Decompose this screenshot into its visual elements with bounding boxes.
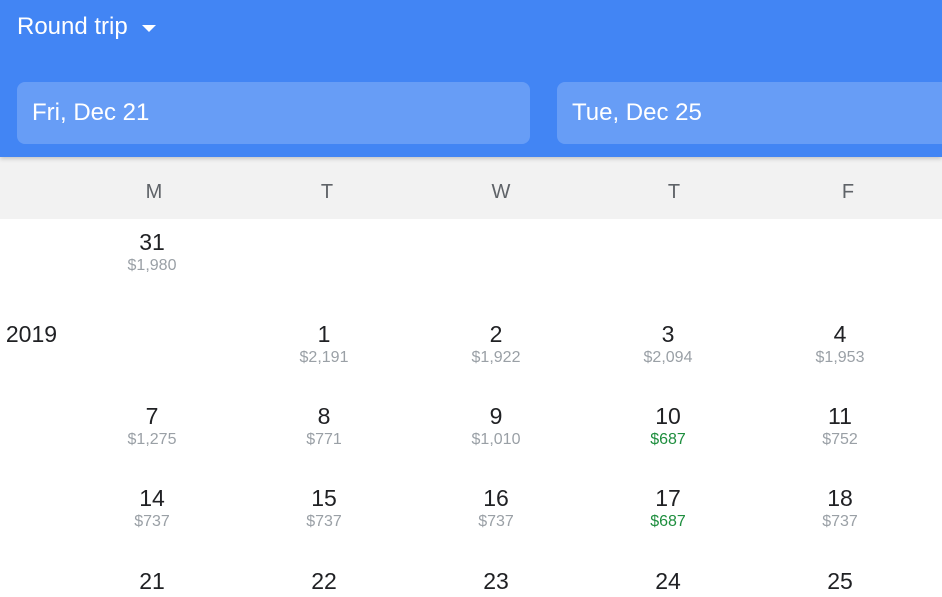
weekday-header: M T W T F (0, 157, 942, 219)
day-price: $737 (134, 513, 170, 530)
day-number: 25 (827, 568, 853, 594)
calendar-day[interactable]: 31 $1,980 (97, 229, 207, 277)
day-price: $771 (306, 431, 342, 448)
trip-type-dropdown[interactable]: Round trip (17, 12, 156, 42)
day-number: 22 (311, 568, 337, 594)
depart-date-field[interactable]: Fri, Dec 21 (17, 82, 530, 144)
day-price: $737 (822, 513, 858, 530)
day-price-lowest: $687 (650, 513, 686, 530)
day-number: 18 (827, 485, 853, 511)
day-number: 11 (828, 403, 852, 429)
calendar-day[interactable]: 21 (97, 568, 207, 594)
return-date-field[interactable]: Tue, Dec 25 (557, 82, 942, 144)
day-number: 8 (317, 403, 331, 429)
day-number: 15 (311, 485, 337, 511)
day-price: $752 (822, 431, 858, 448)
day-price-lowest: $687 (650, 431, 686, 448)
calendar-day[interactable]: 17 $687 (613, 485, 723, 533)
calendar-day[interactable]: 22 (269, 568, 379, 594)
calendar-day[interactable]: 8 $771 (269, 403, 379, 451)
day-number: 3 (661, 321, 675, 347)
day-number: 21 (139, 568, 165, 594)
day-number: 23 (483, 568, 509, 594)
day-number: 14 (139, 485, 165, 511)
trip-type-label: Round trip (17, 13, 128, 40)
calendar-day[interactable]: 18 $737 (785, 485, 895, 533)
day-price: $1,922 (471, 349, 521, 366)
day-number: 4 (833, 321, 847, 347)
day-price: $2,094 (643, 349, 693, 366)
calendar-day[interactable]: 10 $687 (613, 403, 723, 451)
calendar-day[interactable]: 11 $752 (785, 403, 895, 451)
return-date-value: Tue, Dec 25 (572, 99, 702, 126)
day-price: $737 (306, 513, 342, 530)
calendar-day[interactable]: 9 $1,010 (441, 403, 551, 451)
day-price: $1,953 (815, 349, 865, 366)
weekday-label: F (841, 181, 855, 203)
day-number: 17 (655, 485, 681, 511)
calendar-day[interactable]: 2 $1,922 (441, 321, 551, 369)
calendar-day[interactable]: 14 $737 (97, 485, 207, 533)
day-number: 2 (489, 321, 503, 347)
chevron-down-icon (141, 24, 156, 32)
calendar-day[interactable]: 1 $2,191 (269, 321, 379, 369)
day-price: $2,191 (299, 349, 349, 366)
calendar-day[interactable]: 16 $737 (441, 485, 551, 533)
day-number: 10 (655, 403, 681, 429)
search-header: Round trip Fri, Dec 21 Tue, Dec 25 (0, 0, 942, 157)
calendar-day[interactable]: 23 (441, 568, 551, 594)
day-price: $1,980 (127, 257, 177, 274)
day-price: $1,010 (471, 431, 521, 448)
day-number: 31 (139, 229, 165, 255)
month-label: y 2019 (0, 321, 58, 347)
day-number: 9 (489, 403, 503, 429)
weekday-label: W (491, 181, 511, 203)
day-number: 7 (145, 403, 159, 429)
weekday-label: M (145, 181, 163, 203)
day-price: $1,275 (127, 431, 177, 448)
calendar-day[interactable]: 24 (613, 568, 723, 594)
day-number: 24 (655, 568, 681, 594)
weekday-label: T (320, 181, 334, 203)
calendar-day[interactable]: 25 (785, 568, 895, 594)
depart-date-value: Fri, Dec 21 (32, 99, 150, 126)
weekday-label: T (667, 181, 681, 203)
day-price: $737 (478, 513, 514, 530)
calendar-grid: 9 0 y 2019 31 $1,980 1 $2,191 2 $1,922 3… (0, 219, 942, 597)
calendar-day[interactable]: 15 $737 (269, 485, 379, 533)
day-number: 16 (483, 485, 509, 511)
calendar-day[interactable]: 4 $1,953 (785, 321, 895, 369)
calendar-day[interactable]: 3 $2,094 (613, 321, 723, 369)
calendar-day[interactable]: 7 $1,275 (97, 403, 207, 451)
day-number: 1 (317, 321, 331, 347)
